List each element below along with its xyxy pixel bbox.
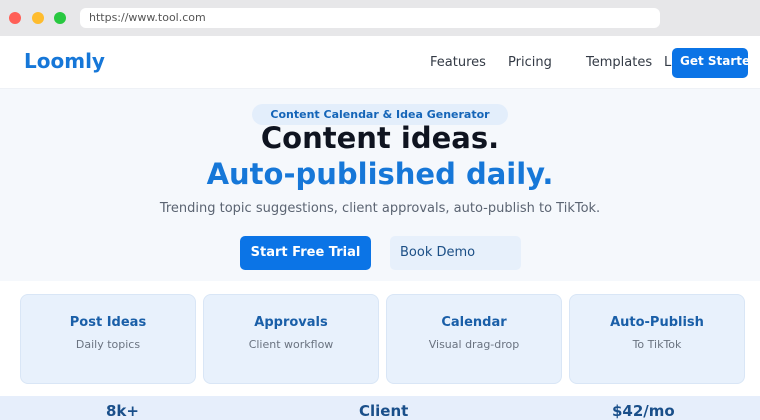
feature-card-title: Calendar [441,315,507,330]
feature-card-desc: Client workflow [248,338,334,351]
book-demo-button[interactable]: Book Demo [390,236,521,270]
feature-card-approvals: Approvals Client workflow [203,294,379,384]
browser-chrome: https://www.tool.com [0,0,760,37]
feature-card-title: Post Ideas [69,315,147,330]
feature-card-auto-publish: Auto-Publish To TikTok [569,294,745,384]
stat-users: 8k+ [106,402,139,420]
feature-card-desc: Daily topics [75,338,141,351]
feature-card-desc: To TikTok [632,338,682,351]
hero-subtitle: Trending topic suggestions, client appro… [159,201,601,216]
nav-link-templates[interactable]: Templates [586,55,652,70]
feature-card-calendar: Calendar Visual drag-drop [386,294,562,384]
minimize-window-icon[interactable] [32,12,44,24]
feature-card-title: Auto-Publish [610,315,704,330]
top-nav: Loomly Features Pricing Templates L Get … [0,36,760,89]
get-started-button[interactable]: Get Started [672,48,748,78]
hero-title-line2: Auto-published daily. [206,157,554,191]
hero-section: Content Calendar & Idea Generator Conten… [0,89,760,281]
feature-card-desc: Visual drag-drop [428,338,520,351]
logo[interactable]: Loomly [24,49,105,73]
close-window-icon[interactable] [9,12,21,24]
nav-link-features[interactable]: Features [430,55,486,70]
hero-title-line1: Content ideas. [260,121,500,155]
stat-price: $42/mo [612,402,675,420]
nav-link-truncated[interactable]: L [664,55,671,70]
address-bar[interactable]: https://www.tool.com [80,8,660,28]
nav-link-pricing[interactable]: Pricing [508,55,552,70]
stats-strip: 8k+ Client $42/mo [0,396,760,420]
start-free-trial-button[interactable]: Start Free Trial [240,236,371,270]
feature-card-post-ideas: Post Ideas Daily topics [20,294,196,384]
maximize-window-icon[interactable] [54,12,66,24]
feature-card-title: Approvals [254,315,328,330]
stat-client: Client [359,402,409,420]
